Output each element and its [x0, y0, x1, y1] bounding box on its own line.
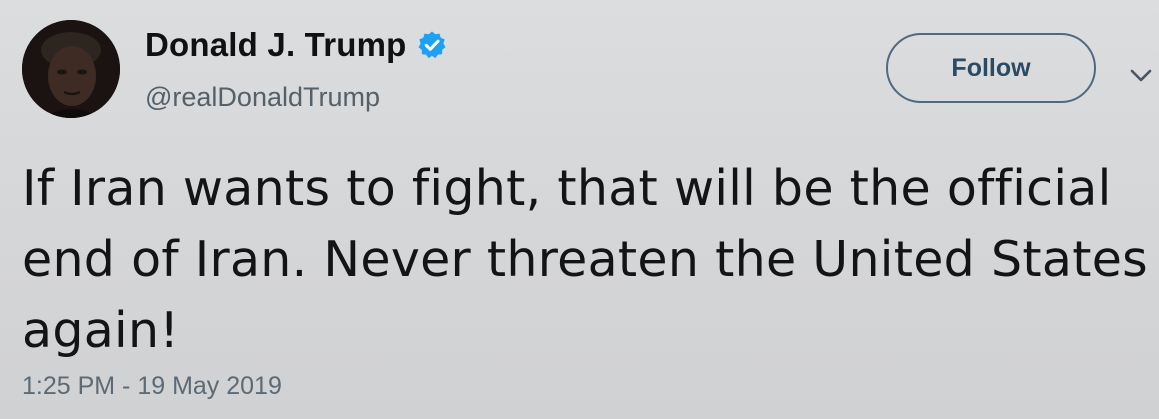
chevron-down-icon[interactable]: [1128, 62, 1154, 88]
user-handle[interactable]: @realDonaldTrump: [145, 82, 380, 113]
follow-button[interactable]: Follow: [886, 33, 1096, 103]
display-name[interactable]: Donald J. Trump: [145, 26, 407, 64]
name-row: Donald J. Trump: [145, 26, 447, 64]
tweet-text: If Iran wants to fight, that will be the…: [22, 160, 1148, 359]
avatar[interactable]: [22, 20, 120, 118]
tweet-timestamp[interactable]: 1:25 PM - 19 May 2019: [22, 372, 282, 401]
verified-badge-icon: [417, 30, 447, 60]
tweet-card: Donald J. Trump @realDonaldTrump Follow …: [0, 0, 1159, 419]
avatar-portrait: [22, 20, 120, 118]
